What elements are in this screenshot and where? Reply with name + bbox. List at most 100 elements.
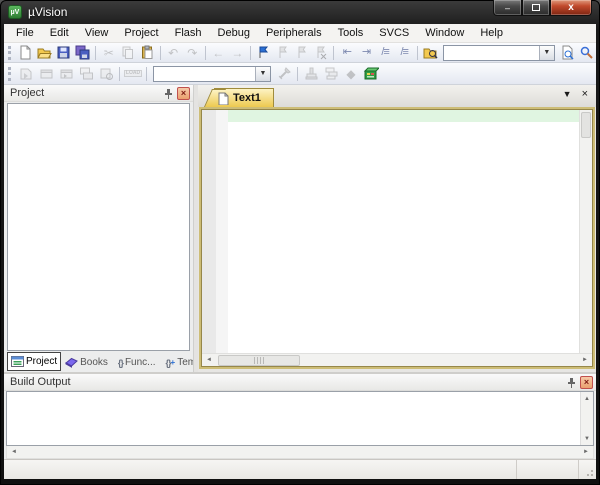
copy-button[interactable] <box>118 44 137 62</box>
indent-button[interactable]: ⇥ <box>356 44 375 62</box>
undo-icon: ↶ <box>168 47 178 59</box>
menu-view[interactable]: View <box>77 25 117 41</box>
vertical-scroll-thumb[interactable] <box>581 112 591 138</box>
close-button[interactable]: x <box>550 0 592 16</box>
comment-button[interactable]: /≡ <box>376 44 395 62</box>
rebuild-button[interactable] <box>56 65 76 83</box>
navigate-back-button[interactable]: ← <box>209 44 228 62</box>
scroll-up-button[interactable]: ▲ <box>580 392 594 405</box>
project-tree[interactable] <box>7 103 190 351</box>
toolbar-separator <box>417 46 418 60</box>
menu-svcs[interactable]: SVCS <box>371 25 417 41</box>
scroll-right-button[interactable]: ► <box>578 354 592 367</box>
toolbar-separator <box>297 67 298 81</box>
manage-rte-button[interactable]: ◆ <box>341 65 361 83</box>
menu-project[interactable]: Project <box>116 25 166 41</box>
uncomment-button[interactable]: /≡ <box>395 44 414 62</box>
scroll-left-button[interactable]: ◄ <box>7 446 21 459</box>
document-tab-text1[interactable]: Text1 <box>214 88 274 107</box>
build-toolbar: LOAD ▼ ◆ <box>4 63 596 85</box>
manage-project-items-button[interactable] <box>321 65 341 83</box>
editor-horizontal-scrollbar[interactable]: ◄ ► <box>202 353 592 366</box>
bookmark-clear-button[interactable] <box>311 44 330 62</box>
tab-functions[interactable]: {} Func... <box>114 354 160 371</box>
resize-grip-icon[interactable] <box>584 467 594 477</box>
bookmark-toggle-button[interactable] <box>254 44 273 62</box>
maximize-button[interactable] <box>522 0 550 16</box>
templates-tab-plus-icon: + <box>171 358 176 367</box>
save-all-icon <box>75 45 90 60</box>
search-input[interactable] <box>444 46 539 60</box>
stop-build-button[interactable] <box>96 65 116 83</box>
bookmark-next-button[interactable] <box>292 44 311 62</box>
window-title: µVision <box>28 5 67 19</box>
build-output-vertical-scrollbar[interactable]: ▲ ▼ <box>580 392 593 445</box>
incremental-find-button[interactable] <box>577 44 596 62</box>
undo-button[interactable]: ↶ <box>164 44 183 62</box>
menu-edit[interactable]: Edit <box>42 25 77 41</box>
editor-content[interactable] <box>228 110 579 353</box>
comment-icon: /≡ <box>381 47 388 58</box>
pin-icon[interactable] <box>162 87 174 99</box>
tab-list-button[interactable]: ▼ <box>563 90 572 99</box>
menu-file[interactable]: File <box>8 25 42 41</box>
toolbar-grip[interactable] <box>8 67 13 81</box>
copy-icon <box>120 45 135 60</box>
incremental-find-icon <box>579 45 594 60</box>
title-bar[interactable]: µV µVision – x <box>0 0 600 24</box>
new-file-button[interactable] <box>16 44 35 62</box>
target-select-input[interactable] <box>154 67 255 81</box>
horizontal-scroll-thumb[interactable] <box>218 355 300 366</box>
menu-debug[interactable]: Debug <box>210 25 258 41</box>
options-for-target-button[interactable] <box>274 65 294 83</box>
chevron-down-icon: ▼ <box>543 49 550 56</box>
build-output-horizontal-scrollbar[interactable]: ◄ ► <box>6 446 594 459</box>
menu-peripherals[interactable]: Peripherals <box>258 25 330 41</box>
menu-help[interactable]: Help <box>472 25 511 41</box>
tab-project[interactable]: Project <box>7 352 61 371</box>
menu-window[interactable]: Window <box>417 25 472 41</box>
tab-templates[interactable]: {}+ Tem... <box>162 354 193 371</box>
bookmark-prev-button[interactable] <box>273 44 292 62</box>
bookmark-flag-icon <box>256 45 271 60</box>
batch-build-button[interactable] <box>76 65 96 83</box>
tab-functions-label: Func... <box>125 357 156 368</box>
find-in-files-button[interactable] <box>421 44 440 62</box>
unindent-button[interactable]: ⇤ <box>337 44 356 62</box>
save-all-button[interactable] <box>73 44 92 62</box>
build-output-close-button[interactable]: × <box>580 376 593 389</box>
menu-tools[interactable]: Tools <box>330 25 372 41</box>
project-panel-close-button[interactable]: × <box>177 87 190 100</box>
menu-flash[interactable]: Flash <box>167 25 210 41</box>
document-icon <box>218 92 229 105</box>
scroll-right-button[interactable]: ► <box>579 446 593 459</box>
save-button[interactable] <box>54 44 73 62</box>
cut-button[interactable]: ✂ <box>99 44 118 62</box>
find-button[interactable] <box>558 44 577 62</box>
file-extensions-button[interactable] <box>301 65 321 83</box>
translate-button[interactable] <box>16 65 36 83</box>
toolbar-separator <box>333 46 334 60</box>
pin-icon[interactable] <box>565 376 577 388</box>
document-close-button[interactable]: × <box>582 89 588 100</box>
build-output-content[interactable] <box>7 392 580 445</box>
document-tab-bar: Text1 ▼ × <box>198 85 596 107</box>
build-button[interactable] <box>36 65 56 83</box>
scroll-down-button[interactable]: ▼ <box>580 432 594 445</box>
target-dropdown-button[interactable]: ▼ <box>255 67 270 81</box>
download-flash-button[interactable]: LOAD <box>123 65 143 83</box>
navigate-forward-button[interactable]: → <box>228 44 247 62</box>
paste-button[interactable] <box>138 44 157 62</box>
redo-button[interactable]: ↷ <box>183 44 202 62</box>
open-file-button[interactable] <box>35 44 54 62</box>
pack-installer-button[interactable] <box>361 65 381 83</box>
editor-vertical-scrollbar[interactable] <box>579 110 592 353</box>
build-output-content-wrap: ▲ ▼ <box>6 391 594 446</box>
minimize-button[interactable]: – <box>493 0 522 16</box>
search-dropdown-button[interactable]: ▼ <box>539 46 554 60</box>
pack-installer-icon <box>363 66 379 81</box>
toolbar-separator <box>160 46 161 60</box>
toolbar-grip[interactable] <box>8 46 13 60</box>
tab-books[interactable]: Books <box>61 353 112 371</box>
scroll-left-button[interactable]: ◄ <box>202 354 216 367</box>
